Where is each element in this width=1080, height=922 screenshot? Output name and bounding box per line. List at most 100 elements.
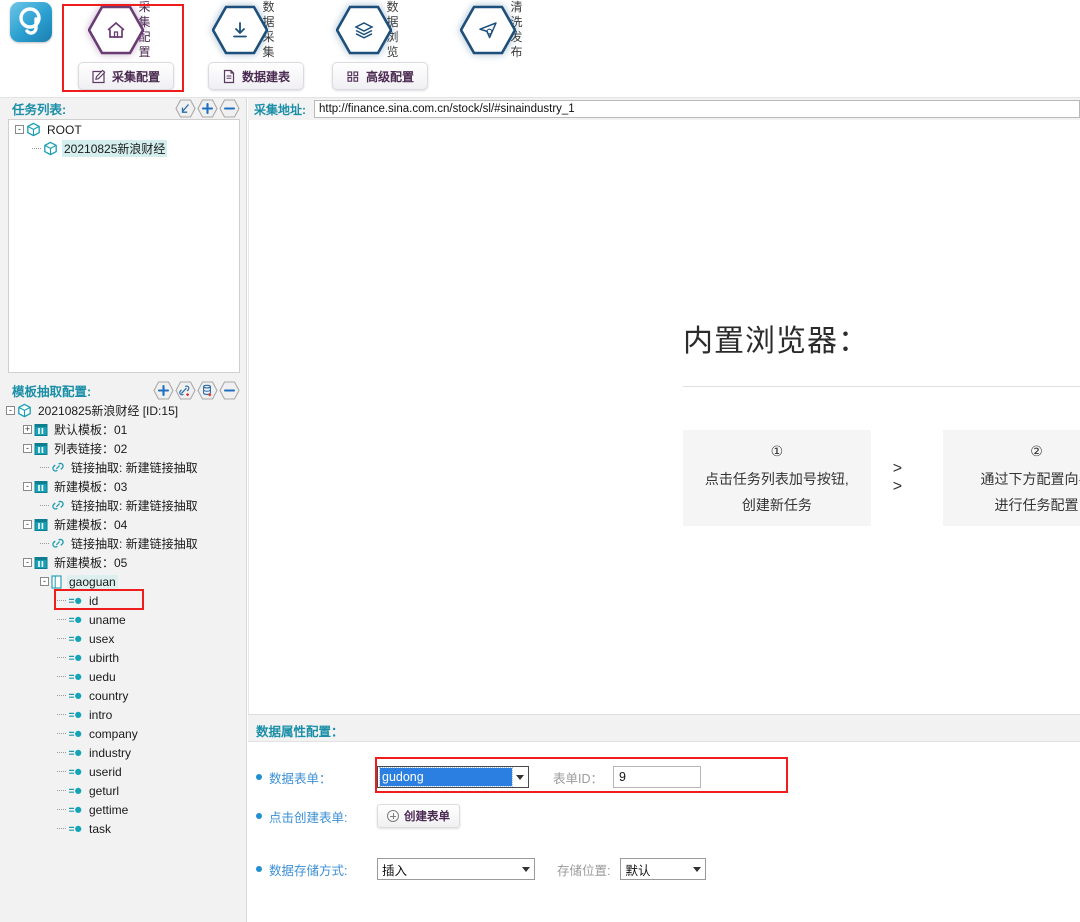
tree-node[interactable]: - ROOT bbox=[9, 120, 239, 139]
tree-node[interactable]: uedu bbox=[2, 667, 240, 686]
tree-node[interactable]: industry bbox=[2, 743, 240, 762]
tree-toggle-collapse[interactable]: - bbox=[40, 577, 49, 586]
grid-dots-icon bbox=[346, 69, 360, 84]
tree-node-label: 新建模板：04 bbox=[54, 518, 128, 532]
template-config-header: 模板抽取配置: bbox=[0, 380, 246, 400]
task-list-toolbar bbox=[175, 99, 240, 118]
tree-toggle-expand[interactable]: + bbox=[23, 425, 32, 434]
task-tree[interactable]: - ROOT 20210825新浪财经 bbox=[8, 119, 240, 373]
tree-node[interactable]: 链接抽取: 新建链接抽取 bbox=[2, 458, 240, 477]
tree-node[interactable]: country bbox=[2, 686, 240, 705]
ribbon-hex-data-browse[interactable]: 数据 浏览 bbox=[335, 0, 407, 59]
tree-node[interactable]: - 新建模板：04 bbox=[2, 515, 240, 534]
chevron-down-icon bbox=[516, 775, 524, 780]
tree-toggle-collapse[interactable]: - bbox=[23, 520, 32, 529]
guide-step-2-number: ② bbox=[1030, 443, 1043, 459]
advanced-config-button[interactable]: 高级配置 bbox=[332, 62, 429, 90]
tree-node-label: 列表链接：02 bbox=[54, 442, 128, 456]
tree-node-label: id bbox=[89, 593, 99, 608]
tree-connector bbox=[57, 733, 66, 734]
build-table-button[interactable]: 数据建表 bbox=[208, 62, 305, 90]
tree-toggle-collapse[interactable]: - bbox=[23, 444, 32, 453]
tree-node[interactable]: - 新建模板：05 bbox=[2, 553, 240, 572]
field-icon bbox=[68, 748, 83, 758]
tree-node[interactable]: - gaoguan bbox=[2, 572, 240, 591]
task-tool-import-task[interactable] bbox=[175, 99, 196, 118]
field-icon bbox=[68, 710, 83, 720]
pencil-square-icon bbox=[92, 69, 106, 84]
form-id-input[interactable]: 9 bbox=[613, 766, 702, 788]
tree-node-label: userid bbox=[89, 764, 122, 779]
tree-node-label: task bbox=[89, 821, 112, 836]
tree-node-label: industry bbox=[89, 745, 132, 760]
template-icon bbox=[34, 556, 48, 570]
tree-node-label: country bbox=[89, 688, 129, 703]
tree-node[interactable]: id bbox=[2, 591, 240, 610]
template-tool-add-data-extract[interactable] bbox=[197, 381, 218, 400]
template-tool-add-template[interactable] bbox=[153, 381, 174, 400]
task-list-title: 任务列表: bbox=[12, 102, 67, 117]
store-mode-label: 数据存储方式: bbox=[269, 863, 348, 878]
store-location-select[interactable]: 默认 bbox=[620, 858, 707, 880]
tree-node[interactable]: ubirth bbox=[2, 648, 240, 667]
ribbon-hex-data-collect[interactable]: 数据 采集 bbox=[211, 0, 283, 59]
ribbon-hex-collect-config[interactable]: 采集 配置 bbox=[87, 0, 159, 59]
store-mode-select[interactable]: 插入 bbox=[377, 858, 535, 880]
tree-node[interactable]: - 列表链接：02 bbox=[2, 439, 240, 458]
tree-node[interactable]: task bbox=[2, 819, 240, 838]
tree-toggle-collapse[interactable]: - bbox=[6, 406, 15, 415]
store-mode-row: 数据存储方式: 插入 存储位置: 默认 bbox=[256, 858, 707, 880]
tree-connector bbox=[57, 752, 66, 753]
ribbon-hex-clean-publish[interactable]: 清洗 发布 bbox=[459, 0, 531, 59]
collect-config-button[interactable]: 采集配置 bbox=[78, 62, 175, 90]
browser-divider bbox=[683, 386, 1080, 387]
cube-icon bbox=[43, 141, 58, 156]
tree-node[interactable]: usex bbox=[2, 629, 240, 648]
tree-node[interactable]: intro bbox=[2, 705, 240, 724]
store-mode-select-value: 插入 bbox=[382, 863, 408, 878]
tree-node[interactable]: uname bbox=[2, 610, 240, 629]
tree-node[interactable]: - 20210825新浪财经 [ID:15] bbox=[2, 401, 240, 420]
cube-icon bbox=[17, 403, 32, 418]
create-form-button[interactable]: 创建表单 bbox=[377, 804, 460, 828]
form-select-label: 数据表单： bbox=[269, 771, 332, 786]
home-icon-hex bbox=[87, 5, 145, 55]
tree-node[interactable]: 链接抽取: 新建链接抽取 bbox=[2, 496, 240, 515]
download-icon bbox=[229, 20, 251, 45]
tree-node-label: usex bbox=[89, 631, 115, 646]
tree-node-label: ubirth bbox=[89, 650, 120, 665]
tree-toggle-collapse[interactable]: - bbox=[23, 558, 32, 567]
tree-connector bbox=[57, 657, 66, 658]
build-table-button-label: 数据建表 bbox=[242, 69, 291, 84]
table-icon bbox=[51, 574, 63, 589]
task-tool-add-task[interactable] bbox=[197, 99, 218, 118]
tree-connector bbox=[57, 771, 66, 772]
tree-node[interactable]: gettime bbox=[2, 800, 240, 819]
tree-node[interactable]: 20210825新浪财经 bbox=[9, 139, 239, 158]
data-form-select[interactable]: gudong bbox=[377, 766, 529, 788]
tree-node[interactable]: - 新建模板：03 bbox=[2, 477, 240, 496]
link-icon bbox=[51, 461, 65, 474]
tree-connector bbox=[57, 619, 66, 620]
template-tree[interactable]: - 20210825新浪财经 [ID:15] + 默认模板：01 - 列表链接：02 链接抽… bbox=[2, 401, 240, 901]
data-form-select-value: gudong bbox=[379, 767, 513, 787]
tree-node[interactable]: userid bbox=[2, 762, 240, 781]
template-icon bbox=[34, 518, 48, 532]
tree-connector bbox=[57, 809, 66, 810]
template-tool-remove-node[interactable] bbox=[219, 381, 240, 400]
tree-connector bbox=[57, 695, 66, 696]
task-tool-remove-task[interactable] bbox=[219, 99, 240, 118]
tree-node[interactable]: + 默认模板：01 bbox=[2, 420, 240, 439]
collect-url-input[interactable] bbox=[314, 100, 1080, 118]
tree-node-label: 新建模板：05 bbox=[54, 556, 128, 570]
template-icon bbox=[34, 480, 48, 494]
tree-toggle-collapse[interactable]: - bbox=[23, 482, 32, 491]
tree-node[interactable]: company bbox=[2, 724, 240, 743]
tree-toggle-collapse[interactable]: - bbox=[15, 125, 24, 134]
field-icon bbox=[68, 596, 83, 606]
tree-node[interactable]: 链接抽取: 新建链接抽取 bbox=[2, 534, 240, 553]
tree-node[interactable]: geturl bbox=[2, 781, 240, 800]
template-tool-add-link-extract[interactable] bbox=[175, 381, 196, 400]
guide-step-2: ② 通过下方配置向导 进行任务配置 bbox=[942, 430, 1080, 526]
bullet-icon bbox=[256, 866, 262, 872]
